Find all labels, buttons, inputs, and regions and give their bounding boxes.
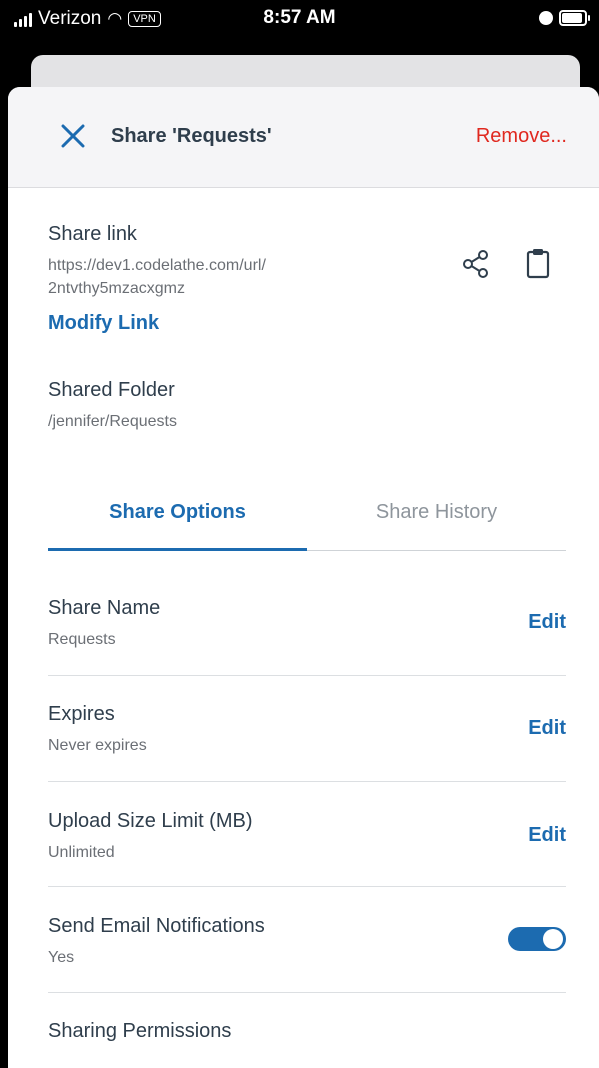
tab-active-indicator bbox=[48, 548, 307, 551]
expires-value: Never expires bbox=[48, 737, 147, 754]
divider bbox=[48, 992, 566, 993]
edit-upload-limit-button[interactable]: Edit bbox=[528, 824, 566, 847]
email-notifications-toggle[interactable] bbox=[508, 927, 566, 951]
share-link-label: Share link bbox=[48, 223, 137, 245]
tab-share-options[interactable]: Share Options bbox=[48, 501, 307, 524]
share-name-value: Requests bbox=[48, 631, 116, 648]
page-title: Share 'Requests' bbox=[111, 125, 272, 147]
email-notifications-value: Yes bbox=[48, 949, 75, 966]
tab-share-history[interactable]: Share History bbox=[307, 501, 566, 524]
battery-icon bbox=[559, 10, 590, 26]
edit-expires-button[interactable]: Edit bbox=[528, 717, 566, 740]
upload-limit-label: Upload Size Limit (MB) bbox=[48, 810, 253, 832]
share-sheet: Share 'Requests' Remove... Share link ht… bbox=[8, 87, 599, 1068]
shared-folder-path: /jennifer/Requests bbox=[48, 413, 177, 430]
status-time: 8:57 AM bbox=[263, 7, 336, 28]
edit-share-name-button[interactable]: Edit bbox=[528, 611, 566, 634]
status-right bbox=[539, 10, 590, 26]
toggle-knob bbox=[543, 929, 563, 949]
remove-button[interactable]: Remove... bbox=[476, 125, 567, 148]
close-icon[interactable] bbox=[58, 121, 88, 151]
divider bbox=[48, 781, 566, 782]
sheet-header: Share 'Requests' Remove... bbox=[8, 87, 599, 188]
upload-limit-value: Unlimited bbox=[48, 844, 115, 861]
status-bar: Verizon ◠ VPN 8:57 AM bbox=[0, 0, 599, 40]
email-notifications-label: Send Email Notifications bbox=[48, 915, 265, 937]
shared-folder-label: Shared Folder bbox=[48, 379, 175, 401]
share-name-label: Share Name bbox=[48, 597, 161, 619]
clipboard-icon[interactable] bbox=[525, 247, 551, 279]
sharing-permissions-label: Sharing Permissions bbox=[48, 1020, 232, 1042]
expires-label: Expires bbox=[48, 703, 115, 725]
share-link-url-line2: 2ntvthy5mzacxgmz bbox=[48, 280, 185, 297]
divider bbox=[48, 886, 566, 887]
share-icon[interactable] bbox=[461, 249, 491, 279]
alarm-icon bbox=[539, 11, 553, 25]
share-link-url-line1: https://dev1.codelathe.com/url/ bbox=[48, 257, 266, 274]
modify-link-button[interactable]: Modify Link bbox=[48, 312, 159, 335]
divider bbox=[48, 675, 566, 676]
